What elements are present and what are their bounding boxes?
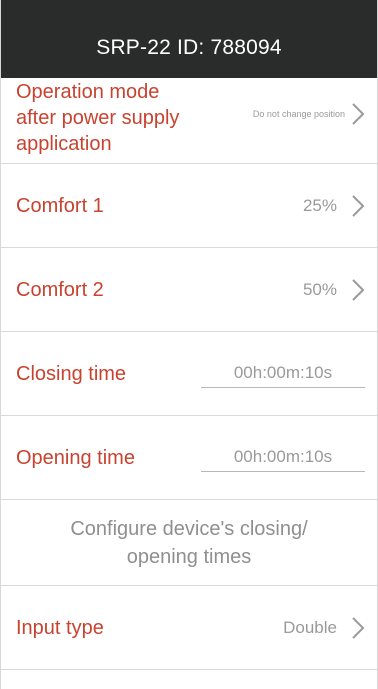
setting-label: Closing time [16,362,127,385]
info-note: Configure device's closing/ opening time… [1,515,377,571]
header-bar: SRP-22 ID: 788094 [1,0,377,78]
setting-value: Do not change position [252,108,345,119]
setting-label-line: application [16,132,112,155]
setting-row-comfort-2[interactable]: Comfort 2 50% [1,248,377,332]
setting-label: Comfort 1 [16,194,104,217]
setting-row-input-type[interactable]: Input type Double [1,586,377,670]
setting-value: 50% [302,279,337,299]
setting-label: Comfort 2 [16,278,104,301]
chevron-right-icon [352,616,365,639]
setting-label: Opening time [16,446,135,469]
chevron-right-icon [352,194,365,217]
setting-label-line: after power supply [16,106,180,129]
setting-value: Double [283,617,337,637]
chevron-right-icon [352,102,365,125]
page-title: SRP-22 ID: 788094 [96,36,282,59]
info-note-line: opening times [126,545,252,568]
info-note-row: Configure device's closing/ opening time… [1,500,377,586]
setting-row-opening-time: Opening time 00h:00m:10s [1,416,377,500]
setting-row-comfort-1[interactable]: Comfort 1 25% [1,164,377,248]
closing-time-field[interactable]: 00h:00m:10s [201,359,365,388]
chevron-right-icon [352,278,365,301]
setting-label: Input type [16,616,104,639]
setting-value: 25% [302,195,337,215]
setting-row-closing-time: Closing time 00h:00m:10s [1,332,377,416]
setting-label: Operation mode after power supply applic… [16,79,179,157]
opening-time-field[interactable]: 00h:00m:10s [201,443,365,472]
device-settings-screen: SRP-22 ID: 788094 Operation mode after p… [0,0,378,689]
info-note-line: Configure device's closing/ [70,517,308,540]
setting-label-line: Operation mode [16,80,160,103]
setting-row-operation-mode[interactable]: Operation mode after power supply applic… [1,78,377,164]
